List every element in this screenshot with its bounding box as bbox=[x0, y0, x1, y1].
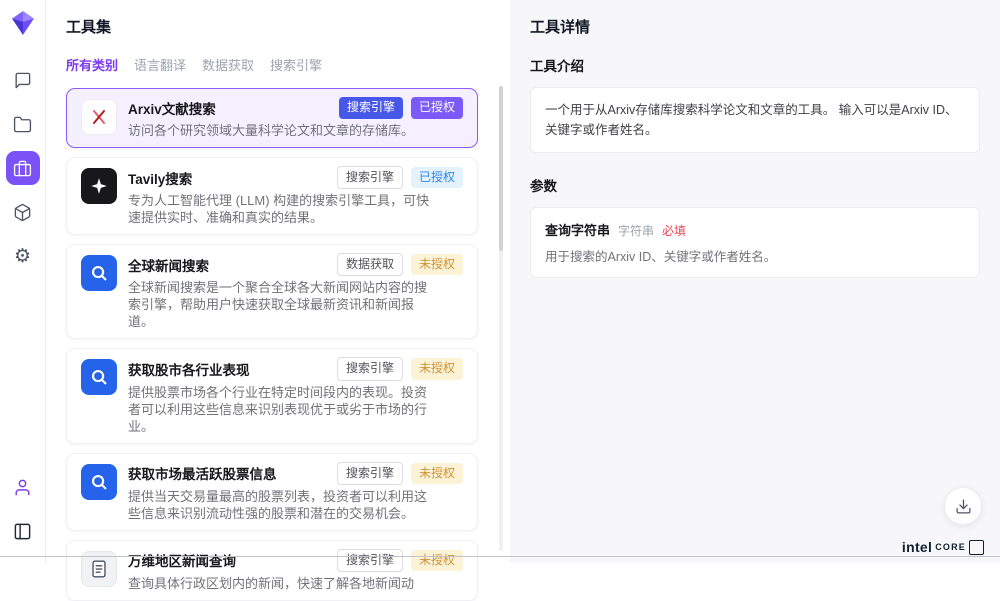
page-title: 工具集 bbox=[66, 16, 510, 37]
user-icon bbox=[13, 478, 32, 497]
tool-title: 获取市场最活跃股票信息 bbox=[128, 463, 329, 483]
tavily-star-icon bbox=[81, 168, 117, 204]
download-button[interactable] bbox=[944, 487, 982, 525]
tool-card-global-news[interactable]: 全球新闻搜索 数据获取 未授权 全球新闻搜索是一个聚合全球各大新闻网站内容的搜索… bbox=[66, 244, 478, 339]
sidebar-item-user[interactable] bbox=[6, 470, 40, 504]
chat-icon bbox=[13, 71, 32, 90]
folder-icon bbox=[13, 115, 32, 134]
arxiv-icon bbox=[81, 99, 117, 135]
tool-card-body: Tavily搜索 搜索引擎 已授权 专为人工智能代理 (LLM) 构建的搜索引擎… bbox=[128, 166, 463, 226]
tool-card-body: 获取股市各行业表现 搜索引擎 未授权 提供股票市场各个行业在特定时间段内的表现。… bbox=[128, 357, 463, 434]
tool-title: 全球新闻搜索 bbox=[128, 255, 329, 275]
tool-card-regional-news[interactable]: 万维地区新闻查询 搜索引擎 未授权 查询具体行政区划内的新闻，快速了解各地新闻动 bbox=[66, 540, 478, 601]
panel-toggle-icon bbox=[13, 522, 32, 541]
tool-card-active-stocks[interactable]: 获取市场最活跃股票信息 搜索引擎 未授权 提供当天交易量最高的股票列表，投资者可… bbox=[66, 453, 478, 531]
category-badge: 搜索引擎 bbox=[337, 166, 403, 189]
briefcase-icon bbox=[13, 159, 32, 178]
window-bottom-edge bbox=[0, 556, 1000, 557]
category-badge: 搜索引擎 bbox=[337, 462, 403, 485]
news-search-icon bbox=[81, 255, 117, 291]
tool-card-body: Arxiv文献搜索 搜索引擎 已授权 访问各个研究领域大量科学论文和文章的存储库… bbox=[128, 97, 463, 139]
category-badge: 搜索引擎 bbox=[337, 357, 403, 380]
auth-badge: 已授权 bbox=[411, 167, 463, 188]
param-required-badge: 必填 bbox=[662, 222, 686, 239]
tool-title: 获取股市各行业表现 bbox=[128, 359, 329, 379]
tool-description: 提供股票市场各个行业在特定时间段内的表现。投资者可以利用这些信息来识别表现优于或… bbox=[128, 384, 433, 435]
app-logo bbox=[10, 10, 36, 36]
tab-all-categories[interactable]: 所有类别 bbox=[66, 55, 118, 74]
package-icon bbox=[13, 203, 32, 222]
download-icon bbox=[955, 498, 972, 515]
intel-chip-badge bbox=[969, 540, 984, 555]
tool-card-body: 获取市场最活跃股票信息 搜索引擎 未授权 提供当天交易量最高的股票列表，投资者可… bbox=[128, 462, 463, 522]
params-heading: 参数 bbox=[530, 175, 980, 195]
category-badge: 搜索引擎 bbox=[339, 97, 403, 118]
tool-detail-panel: 工具详情 工具介绍 一个用于从Arxiv存储库搜索科学论文和文章的工具。 输入可… bbox=[510, 0, 1000, 563]
param-name: 查询字符串 bbox=[545, 220, 610, 239]
tool-description: 访问各个研究领域大量科学论文和文章的存储库。 bbox=[128, 122, 433, 139]
sidebar-item-settings[interactable]: ⚙ bbox=[6, 239, 40, 273]
gear-icon: ⚙ bbox=[14, 247, 31, 266]
stock-search-icon bbox=[81, 464, 117, 500]
tool-card-tavily[interactable]: Tavily搜索 搜索引擎 已授权 专为人工智能代理 (LLM) 构建的搜索引擎… bbox=[66, 157, 478, 235]
auth-badge: 未授权 bbox=[411, 550, 463, 571]
sidebar-item-chat[interactable] bbox=[6, 63, 40, 97]
tool-card-list: Arxiv文献搜索 搜索引擎 已授权 访问各个研究领域大量科学论文和文章的存储库… bbox=[66, 88, 510, 601]
sidebar-item-packages[interactable] bbox=[6, 195, 40, 229]
tool-card-stock-sectors[interactable]: 获取股市各行业表现 搜索引擎 未授权 提供股票市场各个行业在特定时间段内的表现。… bbox=[66, 348, 478, 443]
intel-core-logo: intel CORE bbox=[902, 539, 984, 555]
tool-title: Arxiv文献搜索 bbox=[128, 98, 331, 118]
auth-badge: 未授权 bbox=[411, 254, 463, 275]
param-description: 用于搜索的Arxiv ID、关键字或作者姓名。 bbox=[545, 246, 965, 265]
category-badge: 搜索引擎 bbox=[337, 549, 403, 572]
tool-description: 专为人工智能代理 (LLM) 构建的搜索引擎工具，可快速提供实时、准确和真实的结… bbox=[128, 192, 433, 226]
param-card: 查询字符串 字符串 必填 用于搜索的Arxiv ID、关键字或作者姓名。 bbox=[530, 207, 980, 278]
detail-title: 工具详情 bbox=[530, 16, 980, 37]
tool-title: 万维地区新闻查询 bbox=[128, 550, 329, 570]
tool-list-panel: 工具集 所有类别 语言翻译 数据获取 搜索引擎 Arxiv文献搜索 bbox=[46, 0, 510, 563]
param-type: 字符串 bbox=[618, 222, 654, 239]
auth-badge: 未授权 bbox=[411, 463, 463, 484]
sidebar-item-collapse[interactable] bbox=[6, 514, 40, 548]
list-scrollbar-thumb[interactable] bbox=[499, 86, 503, 251]
sidebar-item-files[interactable] bbox=[6, 107, 40, 141]
stock-search-icon bbox=[81, 359, 117, 395]
category-tabs: 所有类别 语言翻译 数据获取 搜索引擎 bbox=[66, 55, 510, 74]
tab-translation[interactable]: 语言翻译 bbox=[134, 55, 186, 74]
auth-badge: 已授权 bbox=[411, 97, 463, 118]
app-window: ⚙ 工具集 所有类别 语言翻译 数据获取 搜索引擎 bbox=[0, 0, 1000, 563]
tool-title: Tavily搜索 bbox=[128, 168, 329, 188]
auth-badge: 未授权 bbox=[411, 358, 463, 379]
tab-search-engine[interactable]: 搜索引擎 bbox=[270, 55, 322, 74]
tab-data-fetch[interactable]: 数据获取 bbox=[202, 55, 254, 74]
tool-description: 提供当天交易量最高的股票列表，投资者可以利用这些信息来识别流动性强的股票和潜在的… bbox=[128, 488, 433, 522]
intel-wordmark: intel bbox=[902, 539, 932, 555]
list-scrollbar bbox=[499, 86, 503, 551]
intro-heading: 工具介绍 bbox=[530, 55, 980, 75]
category-badge: 数据获取 bbox=[337, 253, 403, 276]
tool-card-arxiv[interactable]: Arxiv文献搜索 搜索引擎 已授权 访问各个研究领域大量科学论文和文章的存储库… bbox=[66, 88, 478, 148]
tool-description: 查询具体行政区划内的新闻，快速了解各地新闻动 bbox=[128, 575, 433, 592]
sidebar: ⚙ bbox=[0, 0, 46, 563]
tool-card-body: 全球新闻搜索 数据获取 未授权 全球新闻搜索是一个聚合全球各大新闻网站内容的搜索… bbox=[128, 253, 463, 330]
sidebar-item-tools[interactable] bbox=[6, 151, 40, 185]
core-wordmark: CORE bbox=[935, 542, 966, 552]
tool-intro-card: 一个用于从Arxiv存储库搜索科学论文和文章的工具。 输入可以是Arxiv ID… bbox=[530, 87, 980, 153]
tool-description: 全球新闻搜索是一个聚合全球各大新闻网站内容的搜索引擎，帮助用户快速获取全球最新资… bbox=[128, 279, 433, 330]
sidebar-bottom bbox=[6, 465, 40, 553]
